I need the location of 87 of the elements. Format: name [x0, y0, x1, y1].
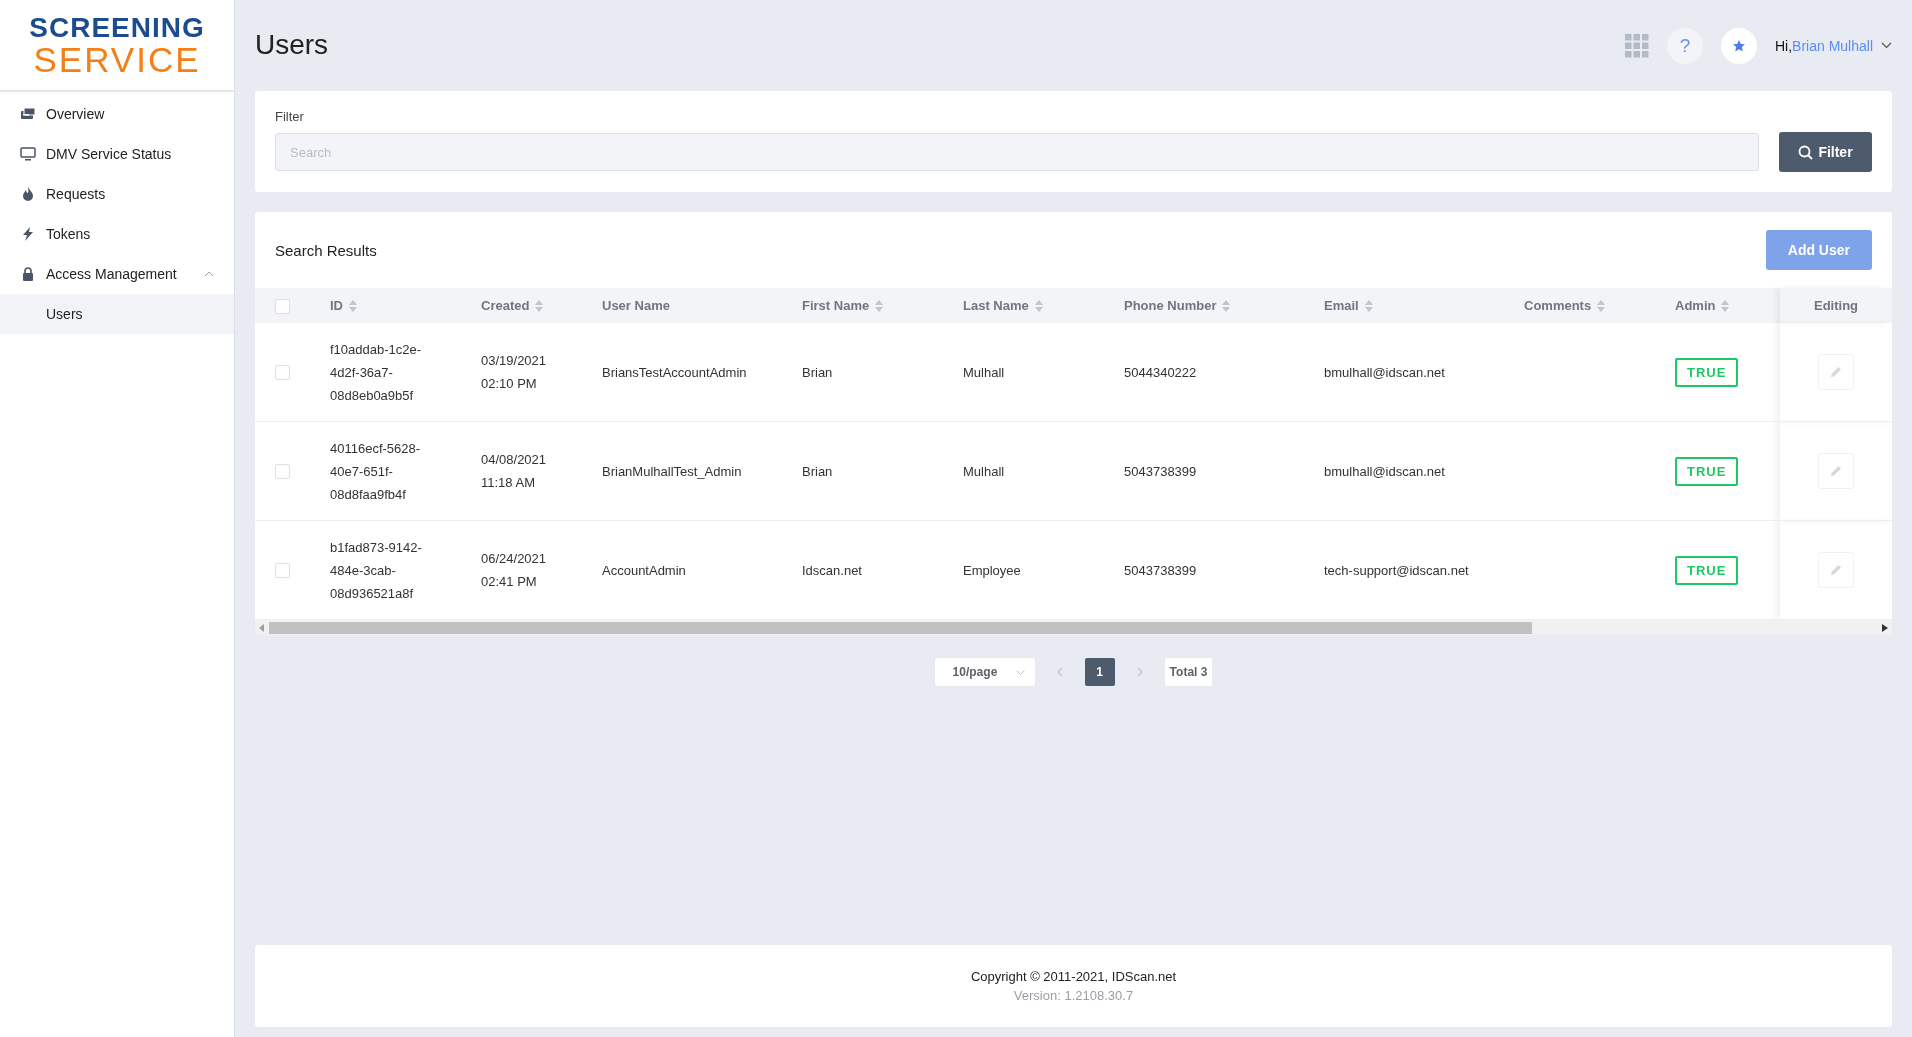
caret-down-icon: [1881, 42, 1892, 49]
user-menu[interactable]: Hi,Brian Mulhall: [1774, 37, 1892, 54]
table-cell: Mulhall: [963, 364, 1005, 380]
total-count: Total 3: [1164, 658, 1213, 686]
page-number[interactable]: 1: [1084, 658, 1115, 686]
table-cell-text: f10addab-1c2e- 4d2f-36a7- 08d8eb0a9b5f: [330, 340, 423, 405]
table-cell-text: 04/08/2021 11:18 AM: [481, 451, 548, 492]
table-cell: BrianMulhallTest_Admin: [602, 463, 742, 479]
filter-label: Filter: [275, 109, 305, 124]
apps-grid-button[interactable]: [1624, 33, 1649, 58]
lightning-icon: [20, 226, 36, 242]
table-cell-text: 40116ecf-5628- 40e7-651f- 08d8faa9fb4f: [330, 439, 422, 504]
horizontal-scrollbar[interactable]: [255, 620, 1892, 635]
search-field[interactable]: Search: [275, 133, 1759, 171]
table-cell: Brian: [802, 364, 833, 380]
star-icon: [1731, 38, 1746, 53]
table-cell: bmulhall@idscan.net: [1324, 364, 1445, 380]
cards-icon: [20, 106, 36, 122]
sidebar-subitem[interactable]: Users: [0, 294, 234, 334]
column-header: Editing: [1813, 298, 1858, 314]
edit-button[interactable]: [1818, 552, 1854, 588]
logo-text: SCREENING: [29, 13, 205, 43]
table-cell: Idscan.net: [802, 562, 862, 578]
table-cell: bmulhall@idscan.net: [1324, 463, 1445, 479]
sort-icon[interactable]: [1034, 300, 1043, 313]
admin-tag: TRUE: [1675, 357, 1739, 387]
section-title: Search Results: [275, 241, 377, 259]
chevron-right-icon: [1136, 666, 1143, 677]
table-cell: AccountAdmin: [602, 562, 686, 578]
logo-text: SERVICE: [33, 43, 201, 77]
column-header: Phone Number: [1124, 298, 1217, 314]
search-icon: [1798, 144, 1814, 160]
flame-icon: [20, 186, 36, 202]
sort-icon[interactable]: [1597, 300, 1606, 313]
row-checkbox[interactable]: [275, 563, 290, 579]
copyright-text: Copyright © 2011-2021, IDScan.net: [970, 969, 1177, 984]
sort-icon[interactable]: [1364, 300, 1373, 313]
scroll-left-icon[interactable]: [259, 623, 265, 632]
edit-button[interactable]: [1818, 453, 1854, 489]
table-cell: Employee: [963, 562, 1021, 578]
sort-icon[interactable]: [535, 300, 544, 313]
row-checkbox[interactable]: [275, 365, 290, 381]
monitor-icon: [20, 146, 36, 162]
column-header: User Name: [602, 298, 670, 314]
table-cell: tech-support@idscan.net: [1324, 562, 1469, 578]
column-header: Admin: [1675, 298, 1716, 314]
select-all-checkbox[interactable]: [275, 298, 290, 314]
table-cell-text: 03/19/2021 02:10 PM: [481, 352, 548, 393]
sidebar-item[interactable]: DMV Service Status: [0, 134, 234, 174]
pencil-icon: [1830, 366, 1842, 378]
table-cell-text: 06/24/2021 02:41 PM: [481, 550, 548, 591]
sidebar-item[interactable]: Overview: [0, 94, 234, 134]
edit-button[interactable]: [1818, 354, 1854, 390]
caret-down-icon: [1015, 669, 1025, 675]
column-header: ID: [330, 298, 343, 314]
sidebar-item[interactable]: Access Management: [0, 254, 234, 294]
table-cell: 5044340222: [1124, 364, 1197, 380]
sort-icon[interactable]: [1721, 300, 1730, 313]
pencil-icon: [1830, 465, 1842, 477]
sort-icon[interactable]: [349, 300, 357, 313]
table-cell: 5043738399: [1124, 463, 1197, 479]
pencil-icon: [1830, 564, 1842, 576]
sort-icon[interactable]: [875, 300, 884, 313]
favorites-button[interactable]: [1720, 27, 1757, 64]
sidebar-item[interactable]: Requests: [0, 174, 234, 214]
page-title: Users: [255, 28, 329, 61]
lock-icon: [20, 266, 36, 282]
admin-tag: TRUE: [1675, 555, 1739, 585]
table-cell: 5043738399: [1124, 562, 1197, 578]
version-text: Version: 1.2108.30.7: [1013, 988, 1134, 1003]
column-header: Created: [481, 298, 530, 314]
scroll-right-icon[interactable]: [1882, 623, 1888, 632]
row-checkbox[interactable]: [275, 464, 290, 480]
column-header: Last Name: [963, 298, 1029, 314]
page-size-select[interactable]: 10/page: [934, 658, 1035, 686]
table-cell: Brian: [802, 463, 833, 479]
filter-button[interactable]: Filter: [1779, 132, 1872, 172]
column-header: Comments: [1524, 298, 1592, 314]
table-cell: Mulhall: [963, 463, 1005, 479]
admin-tag: TRUE: [1675, 456, 1739, 486]
column-header: Email: [1324, 298, 1359, 314]
sidebar-item[interactable]: Tokens: [0, 214, 234, 254]
column-header: First Name: [802, 298, 870, 314]
table-cell: BriansTestAccountAdmin: [602, 364, 747, 380]
chevron-left-icon: [1056, 666, 1063, 677]
table-cell-text: b1fad873-9142- 484e-3cab- 08d936521a8f: [330, 538, 423, 603]
sort-icon[interactable]: [1222, 300, 1231, 313]
